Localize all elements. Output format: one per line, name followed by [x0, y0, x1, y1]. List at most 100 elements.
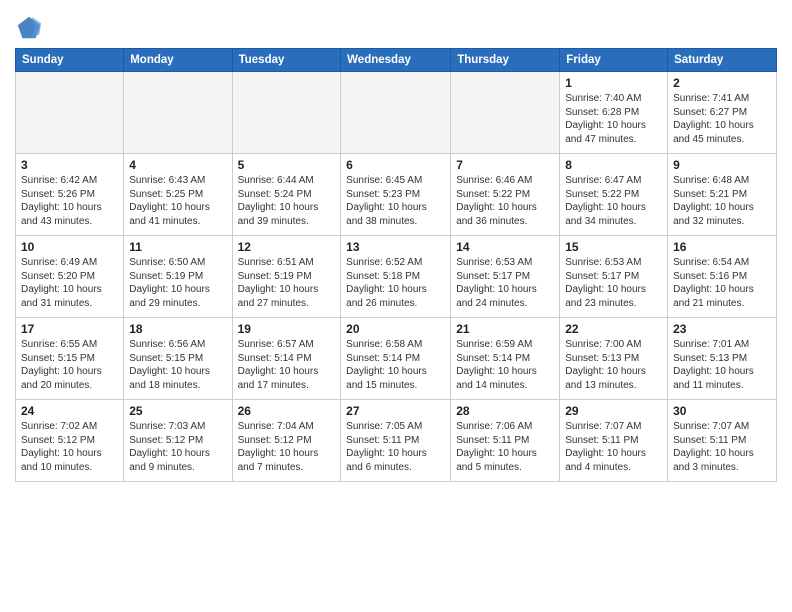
day-number: 2 — [673, 75, 771, 91]
day-number: 18 — [129, 321, 226, 337]
calendar-cell: 22Sunrise: 7:00 AM Sunset: 5:13 PM Dayli… — [560, 318, 668, 400]
day-number: 8 — [565, 157, 662, 173]
day-info: Sunrise: 6:53 AM Sunset: 5:17 PM Dayligh… — [565, 256, 662, 310]
calendar-cell: 2Sunrise: 7:41 AM Sunset: 6:27 PM Daylig… — [668, 72, 777, 154]
day-info: Sunrise: 7:03 AM Sunset: 5:12 PM Dayligh… — [129, 420, 226, 474]
day-info: Sunrise: 7:02 AM Sunset: 5:12 PM Dayligh… — [21, 420, 118, 474]
day-number: 4 — [129, 157, 226, 173]
calendar-cell: 27Sunrise: 7:05 AM Sunset: 5:11 PM Dayli… — [341, 400, 451, 482]
calendar-week-row: 10Sunrise: 6:49 AM Sunset: 5:20 PM Dayli… — [16, 236, 777, 318]
day-info: Sunrise: 6:42 AM Sunset: 5:26 PM Dayligh… — [21, 174, 118, 228]
day-info: Sunrise: 6:57 AM Sunset: 5:14 PM Dayligh… — [238, 338, 336, 392]
weekday-header-thursday: Thursday — [451, 49, 560, 72]
day-info: Sunrise: 6:50 AM Sunset: 5:19 PM Dayligh… — [129, 256, 226, 310]
day-number: 28 — [456, 403, 554, 419]
calendar-cell: 6Sunrise: 6:45 AM Sunset: 5:23 PM Daylig… — [341, 154, 451, 236]
day-info: Sunrise: 6:54 AM Sunset: 5:16 PM Dayligh… — [673, 256, 771, 310]
day-info: Sunrise: 7:41 AM Sunset: 6:27 PM Dayligh… — [673, 92, 771, 146]
calendar-cell: 20Sunrise: 6:58 AM Sunset: 5:14 PM Dayli… — [341, 318, 451, 400]
calendar-week-row: 1Sunrise: 7:40 AM Sunset: 6:28 PM Daylig… — [16, 72, 777, 154]
day-number: 10 — [21, 239, 118, 255]
day-info: Sunrise: 7:40 AM Sunset: 6:28 PM Dayligh… — [565, 92, 662, 146]
day-number: 29 — [565, 403, 662, 419]
calendar-cell: 15Sunrise: 6:53 AM Sunset: 5:17 PM Dayli… — [560, 236, 668, 318]
day-info: Sunrise: 6:59 AM Sunset: 5:14 PM Dayligh… — [456, 338, 554, 392]
calendar-cell: 14Sunrise: 6:53 AM Sunset: 5:17 PM Dayli… — [451, 236, 560, 318]
calendar-table: SundayMondayTuesdayWednesdayThursdayFrid… — [15, 48, 777, 482]
calendar-cell: 29Sunrise: 7:07 AM Sunset: 5:11 PM Dayli… — [560, 400, 668, 482]
day-info: Sunrise: 6:47 AM Sunset: 5:22 PM Dayligh… — [565, 174, 662, 228]
day-number: 23 — [673, 321, 771, 337]
day-number: 7 — [456, 157, 554, 173]
day-number: 19 — [238, 321, 336, 337]
day-number: 9 — [673, 157, 771, 173]
day-number: 22 — [565, 321, 662, 337]
calendar-week-row: 24Sunrise: 7:02 AM Sunset: 5:12 PM Dayli… — [16, 400, 777, 482]
calendar-cell: 7Sunrise: 6:46 AM Sunset: 5:22 PM Daylig… — [451, 154, 560, 236]
day-info: Sunrise: 6:46 AM Sunset: 5:22 PM Dayligh… — [456, 174, 554, 228]
day-number: 3 — [21, 157, 118, 173]
calendar-week-row: 17Sunrise: 6:55 AM Sunset: 5:15 PM Dayli… — [16, 318, 777, 400]
calendar-cell: 10Sunrise: 6:49 AM Sunset: 5:20 PM Dayli… — [16, 236, 124, 318]
calendar-cell — [16, 72, 124, 154]
calendar-cell: 5Sunrise: 6:44 AM Sunset: 5:24 PM Daylig… — [232, 154, 341, 236]
day-info: Sunrise: 6:43 AM Sunset: 5:25 PM Dayligh… — [129, 174, 226, 228]
day-number: 16 — [673, 239, 771, 255]
calendar-cell: 26Sunrise: 7:04 AM Sunset: 5:12 PM Dayli… — [232, 400, 341, 482]
day-number: 27 — [346, 403, 445, 419]
calendar-cell: 3Sunrise: 6:42 AM Sunset: 5:26 PM Daylig… — [16, 154, 124, 236]
day-number: 30 — [673, 403, 771, 419]
calendar-cell: 21Sunrise: 6:59 AM Sunset: 5:14 PM Dayli… — [451, 318, 560, 400]
calendar-cell: 23Sunrise: 7:01 AM Sunset: 5:13 PM Dayli… — [668, 318, 777, 400]
day-number: 25 — [129, 403, 226, 419]
day-number: 13 — [346, 239, 445, 255]
day-info: Sunrise: 7:05 AM Sunset: 5:11 PM Dayligh… — [346, 420, 445, 474]
day-info: Sunrise: 7:07 AM Sunset: 5:11 PM Dayligh… — [673, 420, 771, 474]
day-number: 20 — [346, 321, 445, 337]
calendar-cell: 19Sunrise: 6:57 AM Sunset: 5:14 PM Dayli… — [232, 318, 341, 400]
day-number: 21 — [456, 321, 554, 337]
calendar-week-row: 3Sunrise: 6:42 AM Sunset: 5:26 PM Daylig… — [16, 154, 777, 236]
logo-icon — [15, 14, 43, 42]
day-info: Sunrise: 7:04 AM Sunset: 5:12 PM Dayligh… — [238, 420, 336, 474]
weekday-header-tuesday: Tuesday — [232, 49, 341, 72]
calendar-cell — [341, 72, 451, 154]
header — [15, 10, 777, 42]
calendar-cell: 4Sunrise: 6:43 AM Sunset: 5:25 PM Daylig… — [124, 154, 232, 236]
logo — [15, 14, 45, 42]
calendar-cell: 28Sunrise: 7:06 AM Sunset: 5:11 PM Dayli… — [451, 400, 560, 482]
day-info: Sunrise: 6:52 AM Sunset: 5:18 PM Dayligh… — [346, 256, 445, 310]
calendar-cell: 12Sunrise: 6:51 AM Sunset: 5:19 PM Dayli… — [232, 236, 341, 318]
day-number: 14 — [456, 239, 554, 255]
day-number: 24 — [21, 403, 118, 419]
day-info: Sunrise: 6:49 AM Sunset: 5:20 PM Dayligh… — [21, 256, 118, 310]
day-number: 5 — [238, 157, 336, 173]
day-info: Sunrise: 7:01 AM Sunset: 5:13 PM Dayligh… — [673, 338, 771, 392]
day-number: 15 — [565, 239, 662, 255]
calendar-cell: 25Sunrise: 7:03 AM Sunset: 5:12 PM Dayli… — [124, 400, 232, 482]
weekday-header-sunday: Sunday — [16, 49, 124, 72]
calendar-cell — [451, 72, 560, 154]
day-info: Sunrise: 6:58 AM Sunset: 5:14 PM Dayligh… — [346, 338, 445, 392]
day-number: 26 — [238, 403, 336, 419]
day-number: 11 — [129, 239, 226, 255]
day-info: Sunrise: 6:53 AM Sunset: 5:17 PM Dayligh… — [456, 256, 554, 310]
day-info: Sunrise: 6:51 AM Sunset: 5:19 PM Dayligh… — [238, 256, 336, 310]
calendar-cell — [124, 72, 232, 154]
weekday-header-friday: Friday — [560, 49, 668, 72]
calendar-cell: 8Sunrise: 6:47 AM Sunset: 5:22 PM Daylig… — [560, 154, 668, 236]
day-number: 12 — [238, 239, 336, 255]
calendar-cell: 16Sunrise: 6:54 AM Sunset: 5:16 PM Dayli… — [668, 236, 777, 318]
day-number: 6 — [346, 157, 445, 173]
day-info: Sunrise: 7:07 AM Sunset: 5:11 PM Dayligh… — [565, 420, 662, 474]
day-info: Sunrise: 7:06 AM Sunset: 5:11 PM Dayligh… — [456, 420, 554, 474]
calendar-cell: 18Sunrise: 6:56 AM Sunset: 5:15 PM Dayli… — [124, 318, 232, 400]
calendar-cell: 17Sunrise: 6:55 AM Sunset: 5:15 PM Dayli… — [16, 318, 124, 400]
weekday-header-row: SundayMondayTuesdayWednesdayThursdayFrid… — [16, 49, 777, 72]
day-number: 1 — [565, 75, 662, 91]
calendar-cell: 1Sunrise: 7:40 AM Sunset: 6:28 PM Daylig… — [560, 72, 668, 154]
weekday-header-wednesday: Wednesday — [341, 49, 451, 72]
day-info: Sunrise: 6:56 AM Sunset: 5:15 PM Dayligh… — [129, 338, 226, 392]
day-info: Sunrise: 6:55 AM Sunset: 5:15 PM Dayligh… — [21, 338, 118, 392]
day-info: Sunrise: 6:44 AM Sunset: 5:24 PM Dayligh… — [238, 174, 336, 228]
